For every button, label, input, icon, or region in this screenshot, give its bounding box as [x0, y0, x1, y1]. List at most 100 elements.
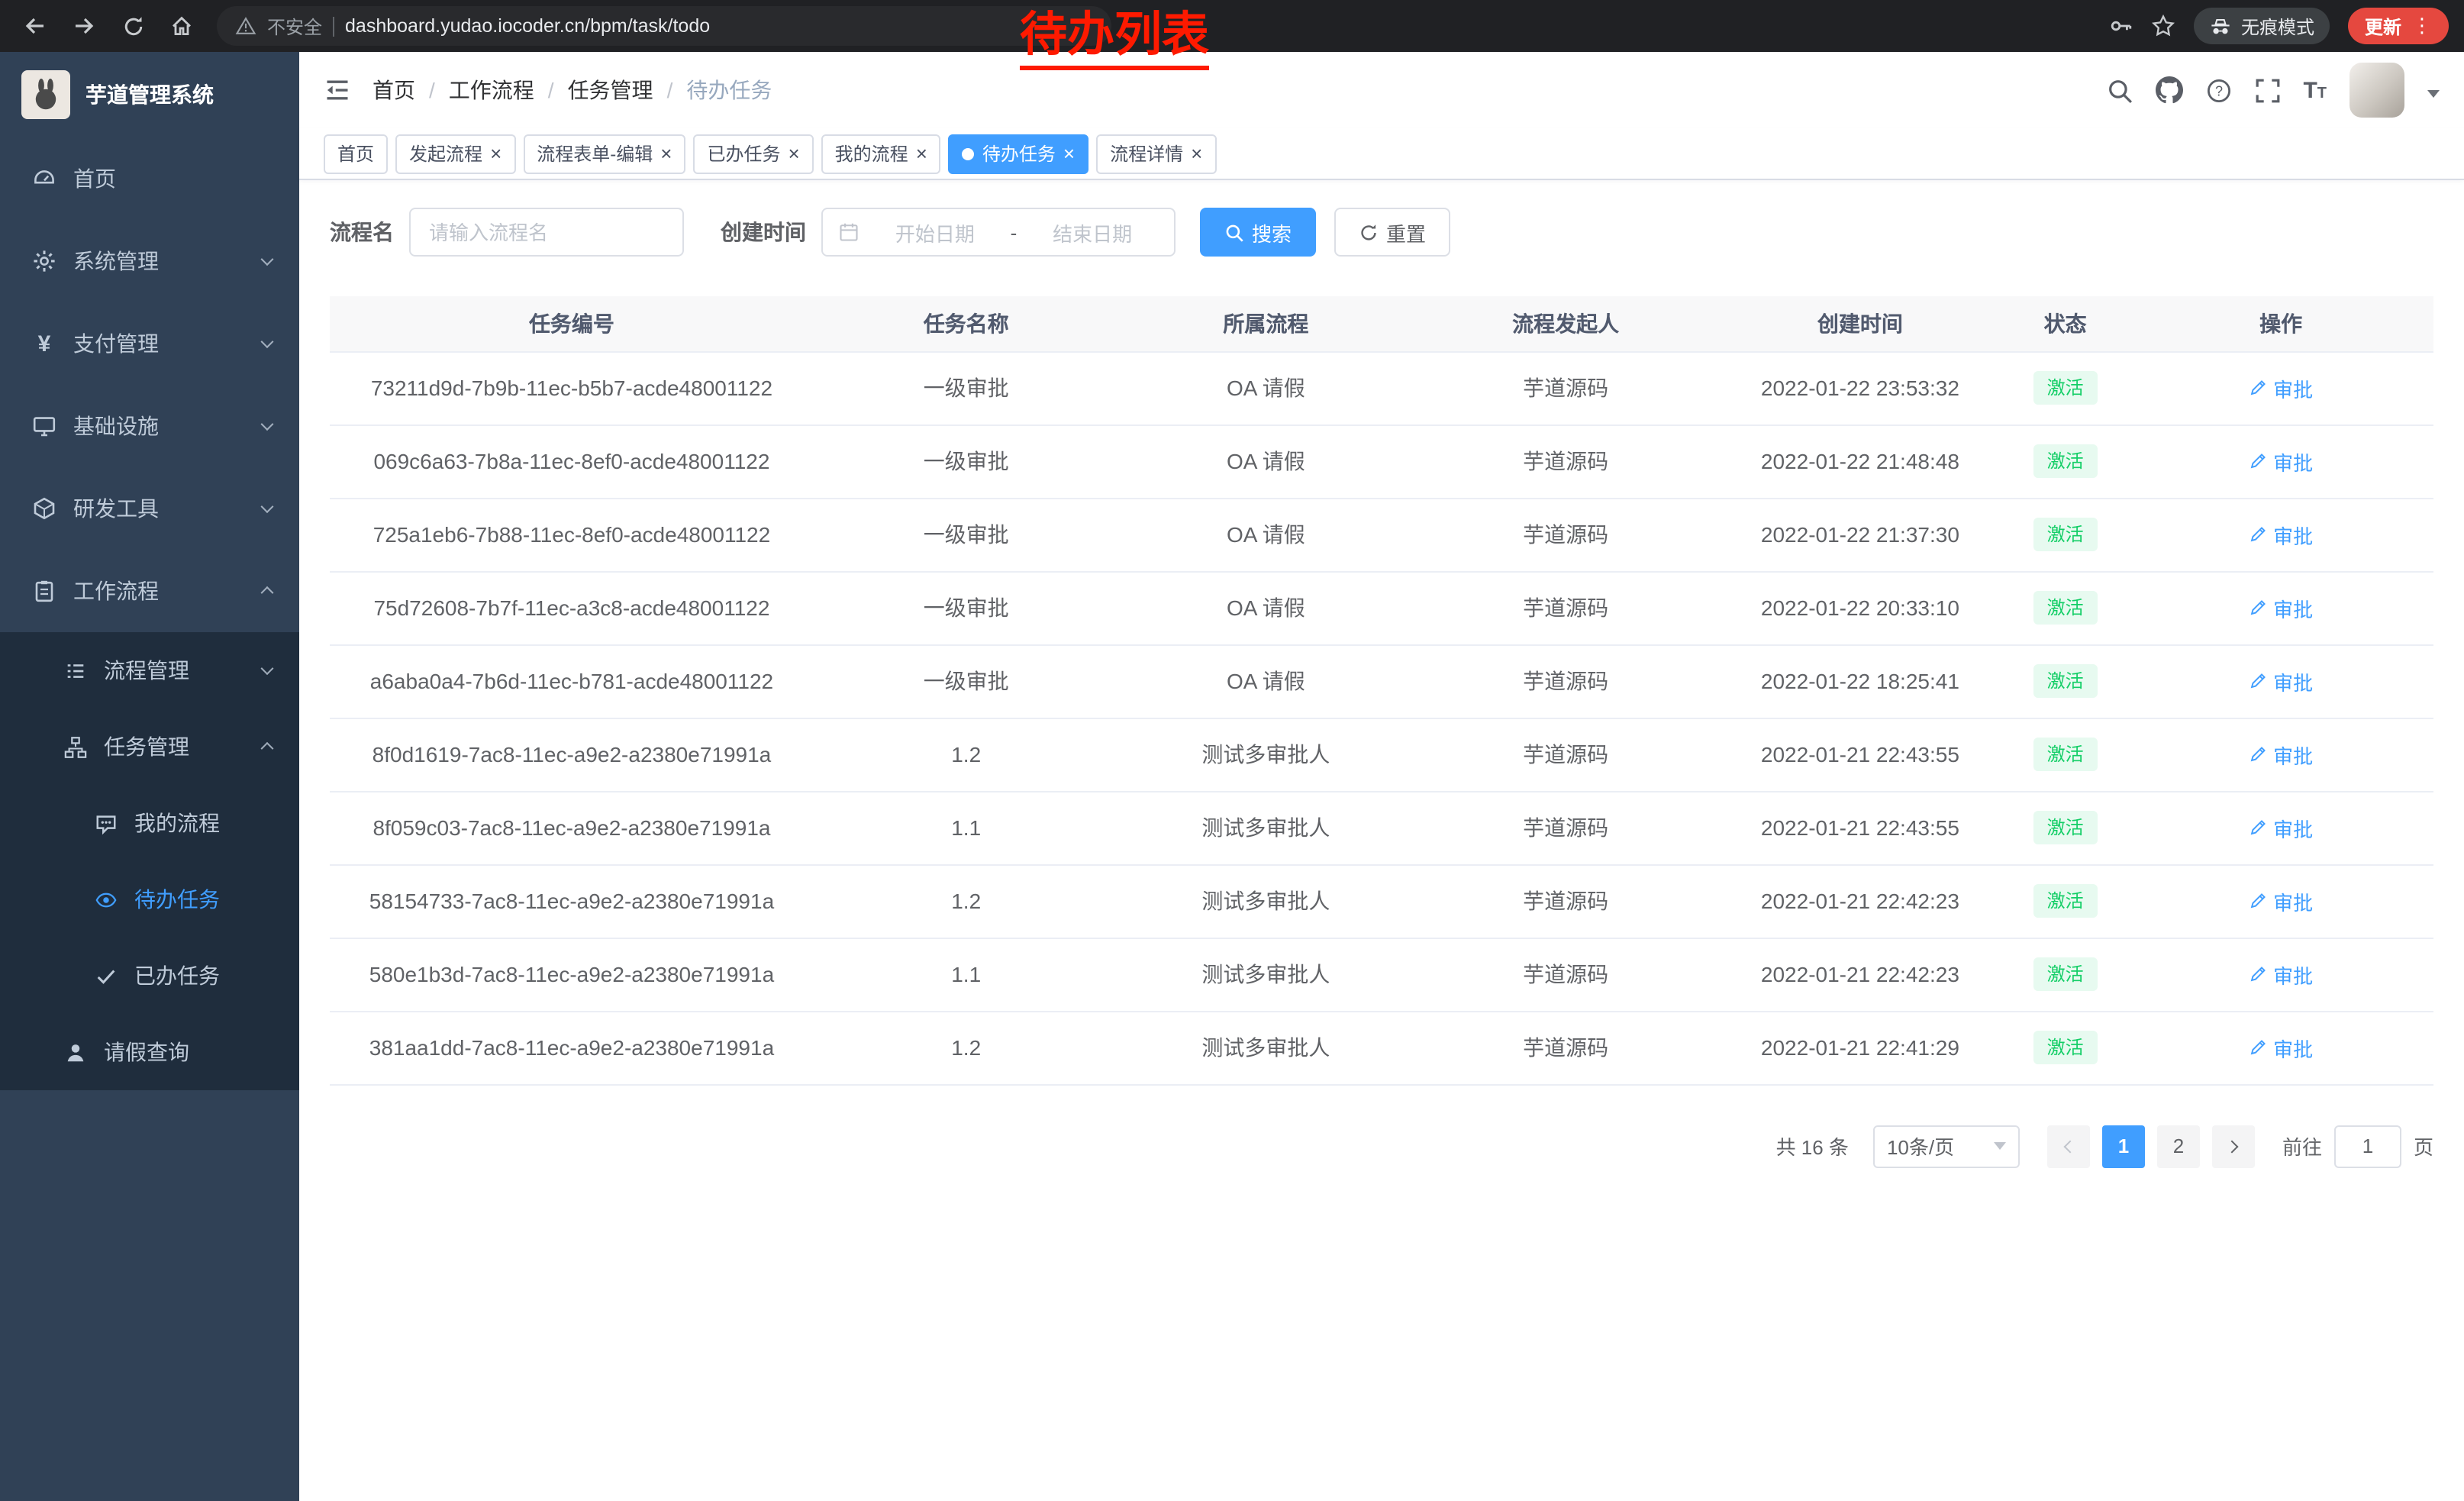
column-header: 创建时间 [1718, 296, 2002, 351]
address-bar[interactable]: 不安全 dashboard.yudao.iocoder.cn/bpm/task/… [217, 6, 1111, 46]
sidebar-item-home[interactable]: 首页 [0, 137, 299, 220]
forward-button[interactable] [64, 6, 104, 46]
sidebar-item-system[interactable]: 系统管理 [0, 220, 299, 302]
tab-process-detail[interactable]: 流程详情 × [1096, 134, 1216, 173]
column-header: 操作 [2128, 296, 2433, 351]
search-icon[interactable] [2106, 77, 2132, 103]
cell-process: OA 请假 [1119, 351, 1414, 424]
sidebar-item-label: 基础设施 [73, 411, 159, 441]
fullscreen-icon[interactable] [2254, 77, 2280, 103]
star-icon[interactable] [2151, 14, 2175, 38]
sidebar-item-done-task[interactable]: 已办任务 [0, 938, 299, 1014]
update-button[interactable]: 更新 ⋮ [2348, 8, 2449, 44]
tab-done-tasks[interactable]: 已办任务× [693, 134, 813, 173]
sidebar-item-payment[interactable]: ¥ 支付管理 [0, 302, 299, 385]
sidebar-item-task-mgmt[interactable]: 任务管理 [0, 709, 299, 785]
back-button[interactable] [15, 6, 55, 46]
approve-link[interactable]: 审批 [2249, 1033, 2313, 1062]
browser-menu-icon[interactable]: ⋮ [2412, 14, 2432, 38]
chevron-up-icon [261, 586, 274, 599]
approve-label: 审批 [2273, 740, 2313, 769]
sidebar-item-infra[interactable]: 基础设施 [0, 385, 299, 467]
sidebar-item-process-mgmt[interactable]: 流程管理 [0, 632, 299, 709]
cell-process: 测试多审批人 [1119, 718, 1414, 791]
end-date-placeholder[interactable]: 结束日期 [1026, 218, 1159, 247]
font-size-icon[interactable]: TT [2303, 79, 2327, 102]
date-range-picker[interactable]: 开始日期 - 结束日期 [821, 208, 1176, 257]
page-size-select[interactable]: 10条/页 [1873, 1125, 2020, 1167]
sidebar-item-my-process[interactable]: 我的流程 [0, 785, 299, 861]
cell-action: 审批 [2128, 1011, 2433, 1084]
cell-initiator: 芋道源码 [1413, 718, 1718, 791]
cell-status: 激活 [2002, 571, 2128, 644]
app-logo[interactable]: 芋道管理系统 [0, 52, 299, 137]
cell-initiator: 芋道源码 [1413, 351, 1718, 424]
security-chip[interactable]: 不安全 [267, 13, 322, 39]
approve-link[interactable]: 审批 [2249, 813, 2313, 842]
cell-process: 测试多审批人 [1119, 1011, 1414, 1084]
process-name-input[interactable] [409, 208, 684, 257]
tab-form-edit[interactable]: 流程表单-编辑× [523, 134, 685, 173]
table-row: 580e1b3d-7ac8-11ec-a9e2-a2380e71991a1.1测… [330, 938, 2433, 1011]
help-icon[interactable]: ? [2205, 77, 2231, 103]
page-button-2[interactable]: 2 [2157, 1125, 2200, 1167]
sidebar: 芋道管理系统 首页 系统管理 ¥ 支付管理 [0, 52, 299, 1501]
tab-close-icon[interactable]: × [916, 144, 927, 163]
tab-close-icon[interactable]: × [788, 144, 799, 163]
approve-link[interactable]: 审批 [2249, 667, 2313, 696]
next-page-button[interactable] [2212, 1125, 2255, 1167]
dashboard-icon [31, 166, 58, 191]
create-time-label: 创建时间 [721, 217, 806, 247]
clipboard-icon [31, 579, 58, 603]
avatar[interactable] [2350, 63, 2404, 118]
collapse-sidebar-icon[interactable] [324, 76, 351, 104]
prev-page-button[interactable] [2047, 1125, 2090, 1167]
breadcrumb-item[interactable]: 任务管理 [568, 75, 653, 105]
breadcrumb-item[interactable]: 工作流程 [449, 75, 534, 105]
github-icon[interactable] [2155, 76, 2182, 104]
sidebar-item-devtools[interactable]: 研发工具 [0, 467, 299, 550]
approve-link[interactable]: 审批 [2249, 593, 2313, 622]
tab-todo-tasks[interactable]: 待办任务× [949, 134, 1088, 173]
sidebar-item-leave-query[interactable]: 请假查询 [0, 1014, 299, 1090]
breadcrumb-separator: / [667, 78, 673, 102]
breadcrumb-item[interactable]: 首页 [373, 75, 415, 105]
start-date-placeholder[interactable]: 开始日期 [869, 218, 1001, 247]
chevron-down-icon [261, 500, 274, 513]
navbar-actions: ? TT [2106, 63, 2440, 118]
tab-close-icon[interactable]: × [1191, 144, 1202, 163]
page-button-1[interactable]: 1 [2102, 1125, 2145, 1167]
reset-button[interactable]: 重置 [1334, 208, 1450, 257]
approve-link[interactable]: 审批 [2249, 960, 2313, 989]
tab-close-icon[interactable]: × [1063, 144, 1075, 163]
sidebar-item-workflow[interactable]: 工作流程 [0, 550, 299, 632]
tab-home[interactable]: 首页 [324, 134, 388, 173]
cell-task-id: 580e1b3d-7ac8-11ec-a9e2-a2380e71991a [330, 938, 814, 1011]
cell-created-time: 2022-01-21 22:42:23 [1718, 864, 2002, 938]
cell-task-name: 一级审批 [814, 424, 1119, 498]
tab-close-icon[interactable]: × [490, 144, 502, 163]
tab-close-icon[interactable]: × [660, 144, 672, 163]
approve-link[interactable]: 审批 [2249, 740, 2313, 769]
search-button[interactable]: 搜索 [1200, 208, 1316, 257]
approve-link[interactable]: 审批 [2249, 447, 2313, 476]
tab-label: 流程详情 [1110, 140, 1183, 166]
tab-label: 我的流程 [835, 140, 908, 166]
tab-start-process[interactable]: 发起流程× [395, 134, 515, 173]
home-button[interactable] [162, 6, 202, 46]
chevron-down-icon [261, 335, 274, 348]
approve-link[interactable]: 审批 [2249, 373, 2313, 402]
main-area: 首页 / 工作流程 / 任务管理 / 待办任务 ? [299, 52, 2464, 1501]
active-tab-dot [963, 147, 975, 160]
goto-page-input[interactable] [2334, 1125, 2401, 1167]
key-icon[interactable] [2108, 14, 2133, 38]
caret-down-icon[interactable] [2427, 89, 2440, 103]
refresh-button[interactable] [113, 6, 153, 46]
breadcrumb-separator: / [429, 78, 435, 102]
approve-link[interactable]: 审批 [2249, 886, 2313, 915]
approve-link[interactable]: 审批 [2249, 520, 2313, 549]
sidebar-item-todo-task[interactable]: 待办任务 [0, 861, 299, 938]
tags-view: 首页发起流程×流程表单-编辑×已办任务×我的流程×待办任务×流程详情× [299, 128, 2464, 180]
tab-my-processes[interactable]: 我的流程 × [821, 134, 941, 173]
cell-action: 审批 [2128, 644, 2433, 718]
